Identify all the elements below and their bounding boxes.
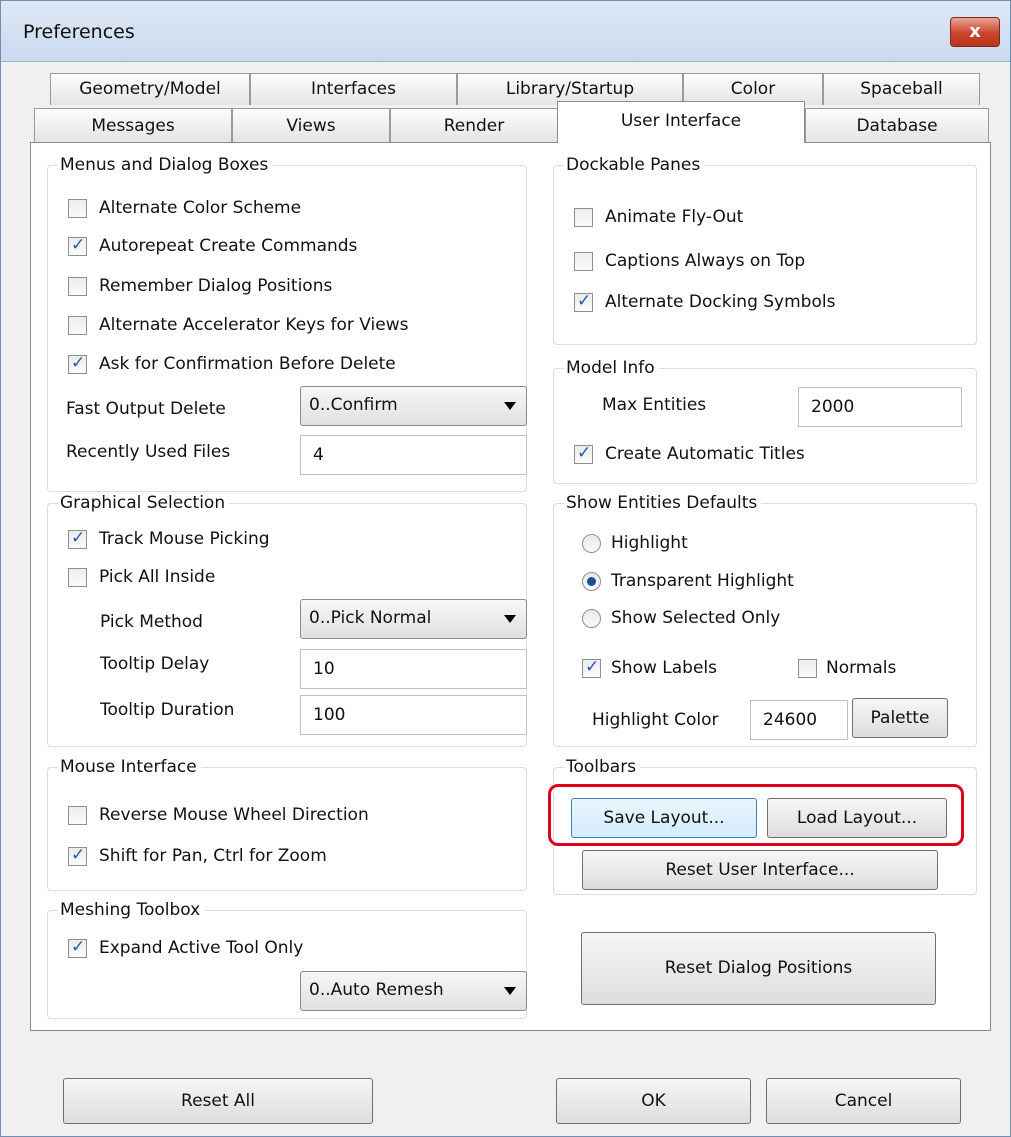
fast-output-delete-label: Fast Output Delete xyxy=(66,399,226,419)
highlight-color-input[interactable]: 24600 xyxy=(750,700,848,740)
reverse-mouse-wheel-label: Reverse Mouse Wheel Direction xyxy=(99,805,369,825)
pick-method-label: Pick Method xyxy=(100,612,203,632)
tab-database[interactable]: Database xyxy=(805,108,989,142)
tab-messages[interactable]: Messages xyxy=(34,108,232,142)
expand-active-tool-label: Expand Active Tool Only xyxy=(99,938,304,958)
show-selected-only-label: Show Selected Only xyxy=(611,608,781,628)
ask-confirmation-delete-label: Ask for Confirmation Before Delete xyxy=(99,354,396,374)
captions-always-on-top-checkbox[interactable] xyxy=(574,252,593,271)
tab-user-interface[interactable]: User Interface xyxy=(557,101,805,143)
create-automatic-titles-checkbox[interactable] xyxy=(574,443,593,464)
tab-spaceball[interactable]: Spaceball xyxy=(823,73,980,105)
graphical-selection-title: Graphical Selection xyxy=(58,492,230,514)
tooltip-duration-input[interactable]: 100 xyxy=(300,695,527,735)
animate-fly-out-label: Animate Fly-Out xyxy=(605,207,744,227)
preferences-dialog: Preferences x Geometry/Model Interfaces … xyxy=(0,0,1011,1137)
dockable-panes-title: Dockable Panes xyxy=(564,154,705,176)
alternate-accelerator-keys-label: Alternate Accelerator Keys for Views xyxy=(99,315,409,335)
tab-render[interactable]: Render xyxy=(390,108,558,142)
ok-button[interactable]: OK xyxy=(556,1078,751,1124)
window-title: Preferences xyxy=(23,21,135,43)
tooltip-delay-input[interactable]: 10 xyxy=(300,649,527,689)
chevron-down-icon xyxy=(504,987,516,995)
track-mouse-picking-checkbox[interactable] xyxy=(68,528,87,549)
tab-interfaces[interactable]: Interfaces xyxy=(250,73,457,105)
menus-group: Menus and Dialog Boxes Alternate Color S… xyxy=(47,154,527,492)
pick-method-value: 0..Pick Normal xyxy=(309,608,432,628)
dockable-panes-group: Dockable Panes Animate Fly-Out Captions … xyxy=(553,154,977,345)
alternate-color-scheme-label: Alternate Color Scheme xyxy=(99,198,302,218)
reverse-mouse-wheel-checkbox[interactable] xyxy=(68,806,87,825)
pick-all-inside-checkbox[interactable] xyxy=(68,568,87,587)
meshing-toolbox-title: Meshing Toolbox xyxy=(58,899,205,921)
ask-confirmation-delete-checkbox[interactable] xyxy=(68,353,87,374)
user-interface-panel: Menus and Dialog Boxes Alternate Color S… xyxy=(30,142,991,1031)
toolbars-title: Toolbars xyxy=(564,756,641,778)
pick-all-inside-label: Pick All Inside xyxy=(99,567,216,587)
chevron-down-icon xyxy=(504,615,516,623)
tab-views[interactable]: Views xyxy=(232,108,390,142)
recently-used-files-input[interactable]: 4 xyxy=(300,435,527,475)
model-info-title: Model Info xyxy=(564,357,659,379)
reset-dialog-positions-button[interactable]: Reset Dialog Positions xyxy=(581,932,936,1005)
remember-dialog-positions-label: Remember Dialog Positions xyxy=(99,276,333,296)
autorepeat-create-checkbox[interactable] xyxy=(68,235,87,256)
show-entities-title: Show Entities Defaults xyxy=(564,492,762,514)
highlight-radio[interactable] xyxy=(582,534,601,553)
create-automatic-titles-label: Create Automatic Titles xyxy=(605,444,805,464)
max-entities-input[interactable]: 2000 xyxy=(798,387,962,427)
autorepeat-create-label: Autorepeat Create Commands xyxy=(99,236,358,256)
reset-all-button[interactable]: Reset All xyxy=(63,1078,373,1124)
max-entities-label: Max Entities xyxy=(602,395,707,415)
mouse-interface-group: Mouse Interface Reverse Mouse Wheel Dire… xyxy=(47,756,527,891)
show-labels-label: Show Labels xyxy=(611,658,717,678)
remesh-value: 0..Auto Remesh xyxy=(309,980,444,1000)
remember-dialog-positions-checkbox[interactable] xyxy=(68,277,87,296)
close-icon: x xyxy=(969,21,981,42)
shift-pan-ctrl-zoom-checkbox[interactable] xyxy=(68,845,87,866)
remesh-select[interactable]: 0..Auto Remesh xyxy=(300,971,527,1011)
tooltip-duration-label: Tooltip Duration xyxy=(100,700,235,720)
graphical-selection-group: Graphical Selection Track Mouse Picking … xyxy=(47,492,527,747)
normals-checkbox[interactable] xyxy=(798,659,817,678)
title-bar: Preferences x xyxy=(1,1,1010,62)
tooltip-delay-label: Tooltip Delay xyxy=(100,654,210,674)
alternate-docking-symbols-checkbox[interactable] xyxy=(574,291,593,312)
tab-geometry-model[interactable]: Geometry/Model xyxy=(50,73,250,105)
cancel-button[interactable]: Cancel xyxy=(766,1078,961,1124)
captions-always-on-top-label: Captions Always on Top xyxy=(605,251,806,271)
show-entities-group: Show Entities Defaults Highlight Transpa… xyxy=(553,492,977,747)
close-button[interactable]: x xyxy=(950,17,1000,47)
fast-output-delete-select[interactable]: 0..Confirm xyxy=(300,386,527,426)
palette-button[interactable]: Palette xyxy=(852,698,948,738)
fast-output-delete-value: 0..Confirm xyxy=(309,395,398,415)
mouse-interface-title: Mouse Interface xyxy=(58,756,201,778)
recently-used-files-label: Recently Used Files xyxy=(66,442,231,462)
pick-method-select[interactable]: 0..Pick Normal xyxy=(300,599,527,639)
alternate-accelerator-keys-checkbox[interactable] xyxy=(68,316,87,335)
highlight-label: Highlight xyxy=(611,533,688,553)
model-info-group: Model Info Max Entities 2000 Create Auto… xyxy=(553,357,977,484)
transparent-highlight-label: Transparent Highlight xyxy=(611,571,794,591)
show-selected-only-radio[interactable] xyxy=(582,609,601,628)
reset-user-interface-button[interactable]: Reset User Interface... xyxy=(582,850,938,890)
meshing-toolbox-group: Meshing Toolbox Expand Active Tool Only … xyxy=(47,899,527,1019)
normals-label: Normals xyxy=(826,658,897,678)
expand-active-tool-checkbox[interactable] xyxy=(68,937,87,958)
transparent-highlight-radio[interactable] xyxy=(582,572,601,591)
alternate-color-scheme-checkbox[interactable] xyxy=(68,199,87,218)
chevron-down-icon xyxy=(504,402,516,410)
highlight-color-label: Highlight Color xyxy=(592,710,719,730)
track-mouse-picking-label: Track Mouse Picking xyxy=(99,529,270,549)
menus-group-title: Menus and Dialog Boxes xyxy=(58,154,273,176)
shift-pan-ctrl-zoom-label: Shift for Pan, Ctrl for Zoom xyxy=(99,846,327,866)
show-labels-checkbox[interactable] xyxy=(582,657,601,678)
animate-fly-out-checkbox[interactable] xyxy=(574,208,593,227)
alternate-docking-symbols-label: Alternate Docking Symbols xyxy=(605,292,836,312)
toolbars-annotation-highlight xyxy=(548,784,964,846)
